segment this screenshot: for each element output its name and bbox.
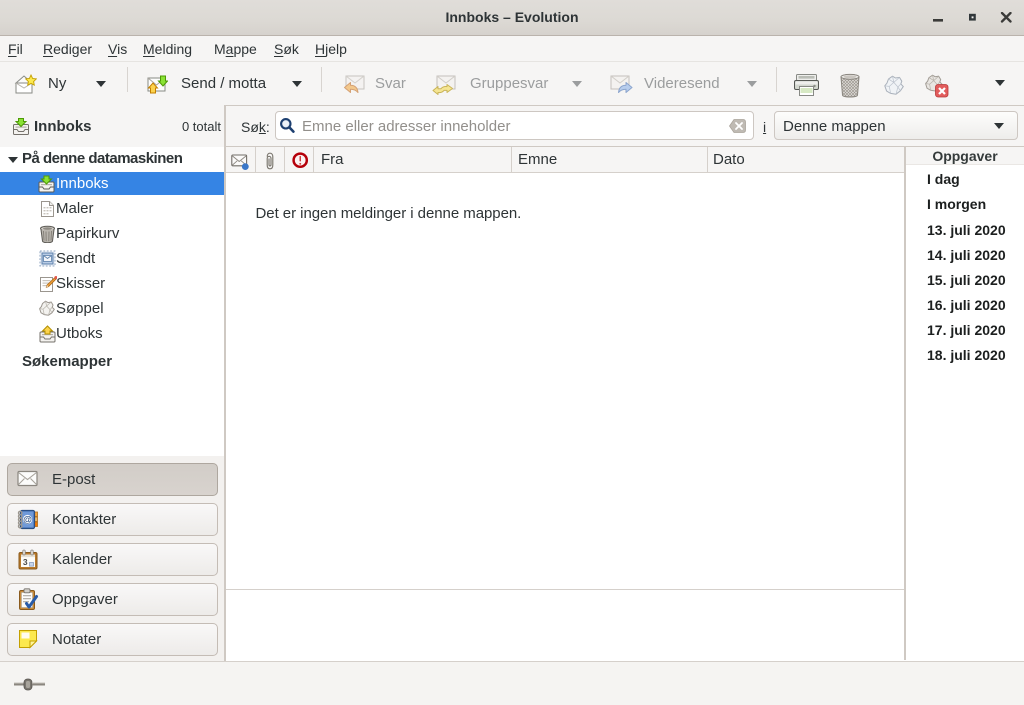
svg-text:@: @ (23, 515, 32, 525)
svg-text:3: 3 (23, 557, 28, 567)
